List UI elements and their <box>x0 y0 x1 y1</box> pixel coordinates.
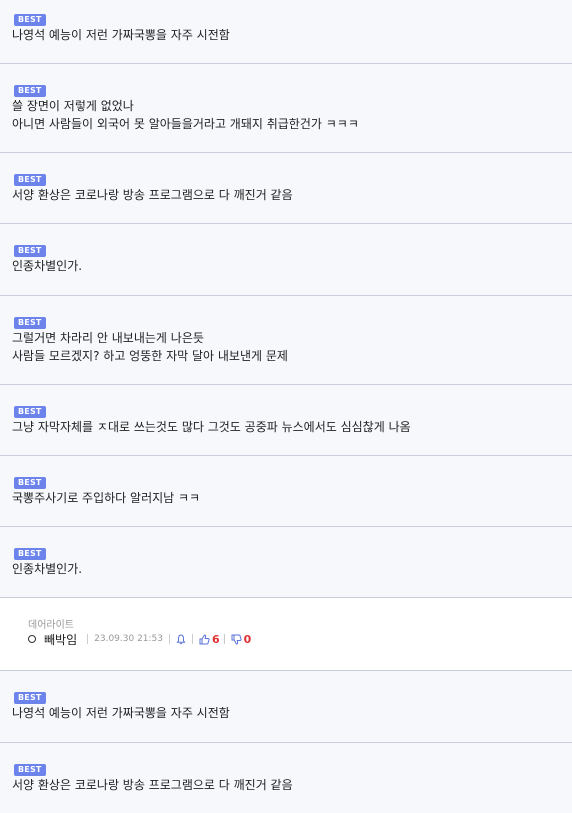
comment-text-line: 국뽕주사기로 주입하다 알러지남 ㅋㅋ <box>12 491 201 505</box>
comment-text-line: 그럴거면 차라리 안 내보내는게 나은듯 <box>12 331 204 345</box>
best-badge: BEST <box>14 548 46 560</box>
thumbs-down-icon <box>231 634 244 645</box>
comment-text: 쓸 장면이 저렇게 없었나 아니면 사람들이 외국어 못 알아들을거라고 개돼지… <box>12 97 564 133</box>
best-comment: BEST 그냥 자막자체를 ㅈ대로 쓰는것도 많다 그것도 공중파 뉴스에서도 … <box>0 385 572 456</box>
comment-date: 23.09.30 21:53 <box>94 634 164 644</box>
comment-text: 나영석 예능이 저런 가짜국뽕을 자주 시전함 <box>12 26 564 44</box>
best-badge: BEST <box>14 692 46 704</box>
downvote-count: 0 <box>243 632 252 646</box>
best-comments-top: BEST 나영석 예능이 저런 가짜국뽕을 자주 시전함 BEST 쓸 장면이 … <box>0 0 572 598</box>
comment-text: 그럴거면 차라리 안 내보내는게 나은듯 사람들 모르겠지? 하고 엉뚱한 자막… <box>12 329 564 365</box>
bell-icon[interactable] <box>176 633 186 645</box>
best-comments-bottom: BEST 나영석 예능이 저런 가짜국뽕을 자주 시전함 BEST 서양 환상은… <box>0 671 572 813</box>
best-comment: BEST 인종차별인가. <box>0 224 572 296</box>
comment-meta-row: 빼박임 23.09.30 21:53 6 0 <box>28 631 255 647</box>
comment-text-line: 나영석 예능이 저런 가짜국뽕을 자주 시전함 <box>12 28 230 42</box>
best-badge: BEST <box>14 317 46 329</box>
best-comment: BEST 인종차별인가. <box>0 527 572 598</box>
comment-text-line: 쓸 장면이 저렇게 없었나 <box>12 99 134 113</box>
best-badge: BEST <box>14 406 46 418</box>
best-badge: BEST <box>14 174 46 186</box>
comment-text-line: 아니면 사람들이 외국어 못 알아들을거라고 개돼지 취급한건가 ㅋㅋㅋ <box>12 117 359 131</box>
best-badge: BEST <box>14 14 46 26</box>
best-comment: BEST 서양 환상은 코로나랑 방송 프로그램으로 다 깨진거 같음 <box>0 153 572 224</box>
best-comment: BEST 국뽕주사기로 주입하다 알러지남 ㅋㅋ <box>0 456 572 527</box>
comment-text-line: 서양 환상은 코로나랑 방송 프로그램으로 다 깨진거 같음 <box>12 188 293 202</box>
best-comment: BEST 그럴거면 차라리 안 내보내는게 나은듯 사람들 모르겠지? 하고 엉… <box>0 296 572 385</box>
comment-text-line: 그냥 자막자체를 ㅈ대로 쓰는것도 많다 그것도 공중파 뉴스에서도 심심찮게 … <box>12 420 411 434</box>
radio-icon[interactable] <box>28 635 36 643</box>
best-badge: BEST <box>14 477 46 489</box>
upvote-button[interactable]: 6 <box>199 633 220 646</box>
comment-nickname[interactable]: 빼박임 <box>44 631 77 648</box>
comment-text: 그냥 자막자체를 ㅈ대로 쓰는것도 많다 그것도 공중파 뉴스에서도 심심찮게 … <box>12 418 564 436</box>
divider <box>169 634 171 644</box>
comment-author-label: 데어라이트 <box>28 620 74 631</box>
comment-text-line: 나영석 예능이 저런 가짜국뽕을 자주 시전함 <box>12 706 230 720</box>
comment-text-line: 인종차별인가. <box>12 562 83 576</box>
best-badge: BEST <box>14 764 46 776</box>
comment-text: 서양 환상은 코로나랑 방송 프로그램으로 다 깨진거 같음 <box>12 776 564 794</box>
comment-text-line: 서양 환상은 코로나랑 방송 프로그램으로 다 깨진거 같음 <box>12 778 293 792</box>
comment-text: 국뽕주사기로 주입하다 알러지남 ㅋㅋ <box>12 489 564 507</box>
divider <box>223 634 225 644</box>
best-comment: BEST 쓸 장면이 저렇게 없었나 아니면 사람들이 외국어 못 알아들을거라… <box>0 64 572 153</box>
best-comment: BEST 서양 환상은 코로나랑 방송 프로그램으로 다 깨진거 같음 <box>0 743 572 813</box>
comment-text-line: 사람들 모르겠지? 하고 엉뚱한 자막 달아 내보낸게 문제 <box>12 349 288 363</box>
best-comment: BEST 나영석 예능이 저런 가짜국뽕을 자주 시전함 <box>0 671 572 743</box>
comment-text: 인종차별인가. <box>12 560 564 578</box>
comment-text: 나영석 예능이 저런 가짜국뽕을 자주 시전함 <box>12 704 564 722</box>
comment: 데어라이트 빼박임 23.09.30 21:53 6 0 <box>0 598 572 671</box>
downvote-button[interactable]: 0 <box>231 632 252 646</box>
upvote-count: 6 <box>212 632 220 646</box>
comment-list: BEST 나영석 예능이 저런 가짜국뽕을 자주 시전함 BEST 쓸 장면이 … <box>0 0 572 813</box>
divider <box>87 634 89 644</box>
comment-text-line: 인종차별인가. <box>12 259 83 273</box>
best-comment: BEST 나영석 예능이 저런 가짜국뽕을 자주 시전함 <box>0 0 572 64</box>
thumbs-up-icon <box>199 633 212 645</box>
comment-text: 서양 환상은 코로나랑 방송 프로그램으로 다 깨진거 같음 <box>12 186 564 204</box>
best-badge: BEST <box>14 245 46 257</box>
divider <box>192 634 194 644</box>
comment-text: 인종차별인가. <box>12 257 564 275</box>
best-badge: BEST <box>14 85 46 97</box>
